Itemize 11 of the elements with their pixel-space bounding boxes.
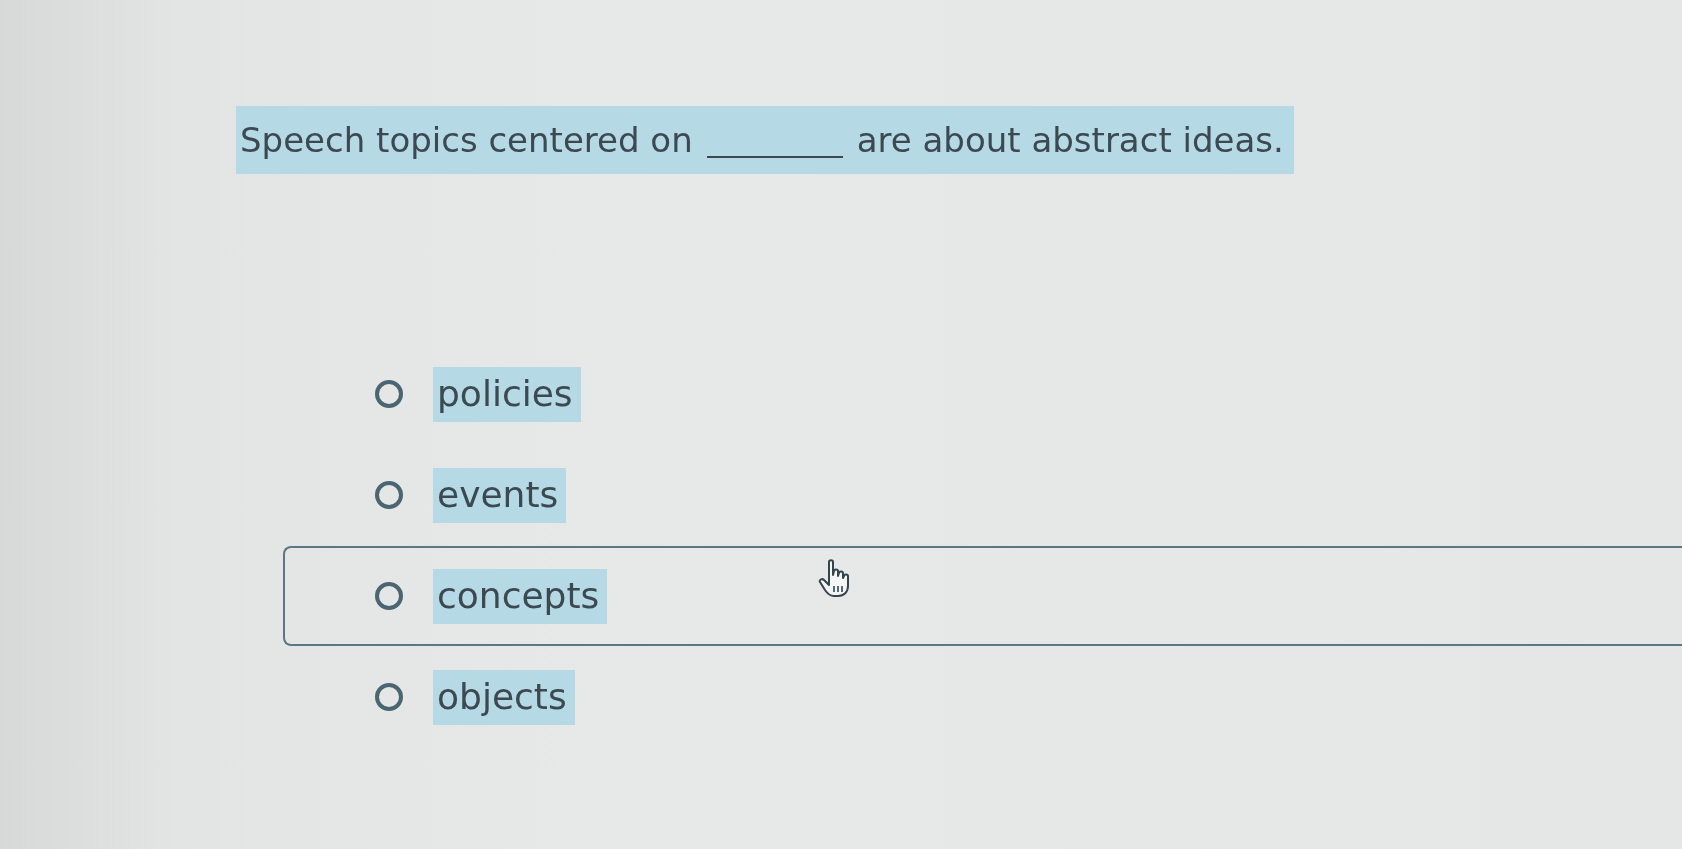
question-text: are about abstract ideas. [856,120,1284,160]
question-text: Speech topics centered on [240,120,693,160]
radio-button[interactable] [375,582,403,610]
option-label: objects [433,669,575,725]
answer-option[interactable]: concepts [283,546,1682,646]
radio-button[interactable] [375,683,403,711]
option-label: events [433,467,567,523]
radio-button[interactable] [375,481,403,509]
option-label: concepts [433,568,608,624]
option-label: policies [433,366,581,422]
radio-button[interactable] [375,380,403,408]
